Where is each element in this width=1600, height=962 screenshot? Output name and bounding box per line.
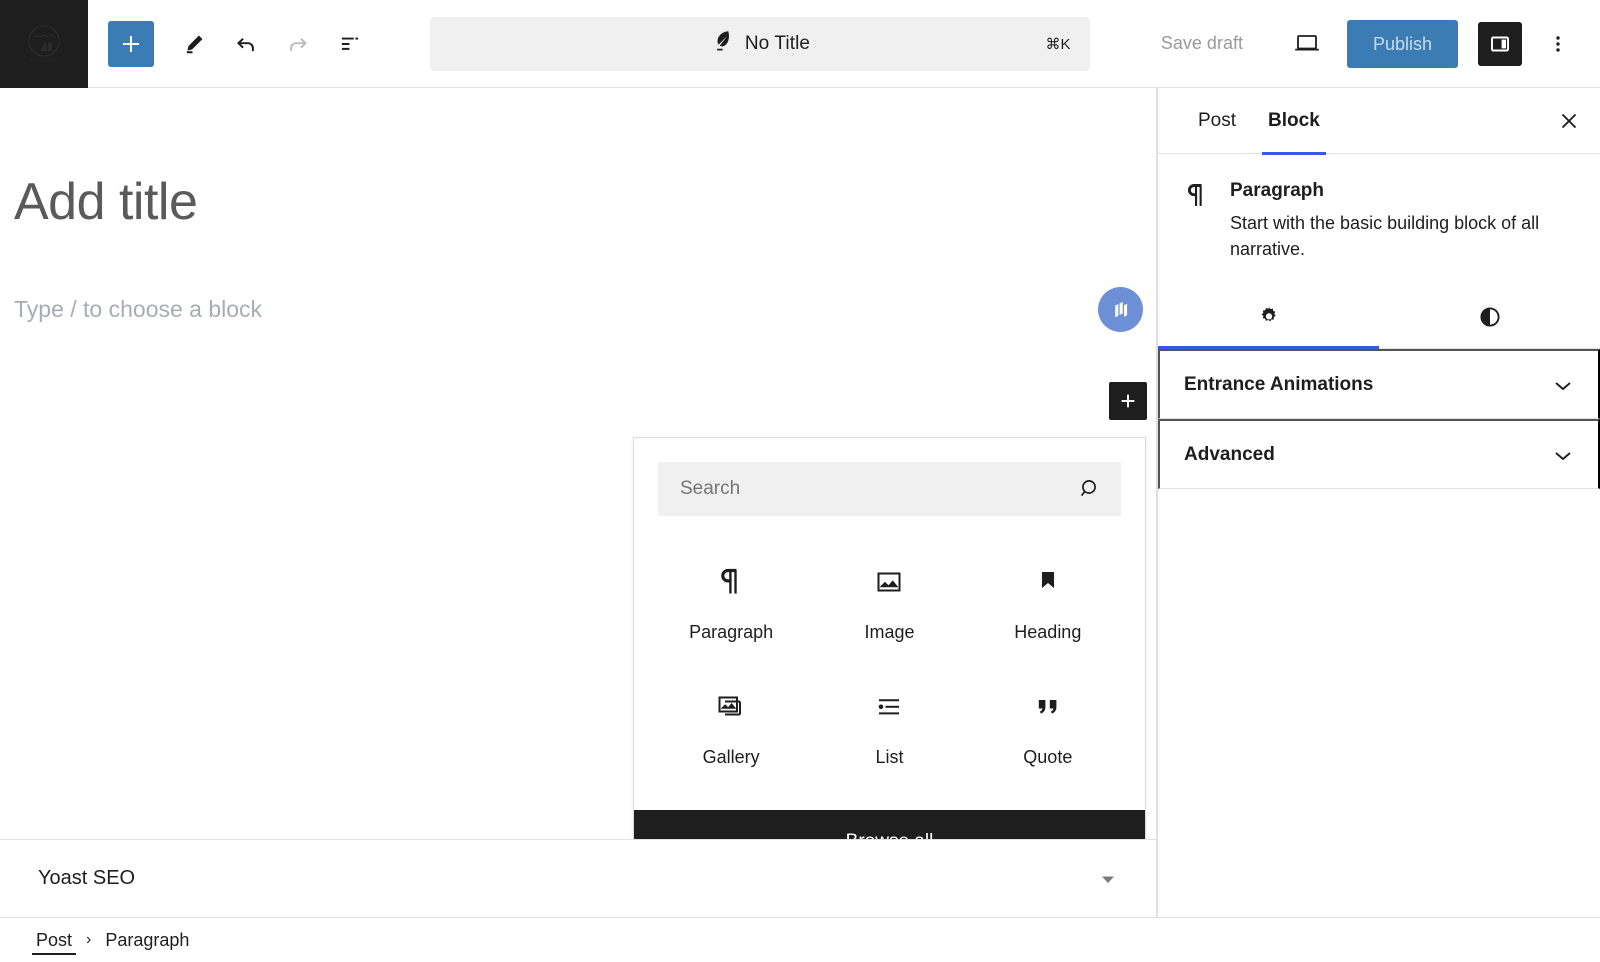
- inserter-block-label: Image: [864, 622, 914, 643]
- gallery-icon: [715, 685, 747, 729]
- inserter-block-label: Quote: [1023, 747, 1072, 768]
- chevron-down-icon: [1552, 378, 1574, 392]
- search-icon: [1077, 476, 1103, 502]
- caret-down-filled-icon[interactable]: [1098, 872, 1118, 886]
- inserter-block-heading[interactable]: Heading: [969, 540, 1127, 659]
- search-input[interactable]: [680, 478, 1077, 500]
- inserter-block-grid: Paragraph Image: [634, 534, 1145, 810]
- header-center: No Title ⌘K: [374, 17, 1147, 71]
- yoast-seo-title: Yoast SEO: [38, 867, 135, 890]
- site-logo-icon: ELEMNTRA: [18, 18, 70, 70]
- block-inserter-popover: Paragraph Image: [633, 437, 1146, 875]
- inserter-block-label: List: [875, 747, 903, 768]
- paragraph-pilcrow-icon: [716, 560, 746, 604]
- header-left-toolbar: [88, 20, 374, 68]
- chevron-down-icon: [1552, 448, 1574, 462]
- three-dots-vertical-icon[interactable]: [1536, 20, 1580, 68]
- header-right-toolbar: Save draft Publish: [1147, 20, 1600, 68]
- inserter-search-field[interactable]: [658, 462, 1121, 516]
- block-card-title: Paragraph: [1230, 180, 1574, 202]
- post-title-input[interactable]: Add title: [14, 172, 197, 232]
- heading-bookmark-icon: [1033, 560, 1063, 604]
- redo-icon[interactable]: [274, 20, 322, 68]
- block-card-description: Start with the basic building block of a…: [1230, 210, 1574, 262]
- sidebar-tabs: Post Block: [1158, 88, 1600, 154]
- panel-entrance-animations[interactable]: Entrance Animations: [1158, 349, 1600, 419]
- block-breadcrumb: Post › Paragraph: [0, 917, 1600, 962]
- image-icon: [873, 560, 905, 604]
- block-card-body: Paragraph Start with the basic building …: [1230, 180, 1574, 262]
- laptop-preview-icon[interactable]: [1281, 20, 1333, 68]
- settings-sidebar: Post Block Paragraph: [1157, 88, 1600, 917]
- inserter-block-label: Heading: [1014, 622, 1081, 643]
- panel-label: Advanced: [1184, 444, 1275, 466]
- site-logo-button[interactable]: ELEMNTRA: [0, 0, 88, 88]
- tab-block[interactable]: Block: [1252, 88, 1336, 154]
- list-view-icon[interactable]: [326, 20, 374, 68]
- inserter-block-list[interactable]: List: [810, 665, 968, 784]
- inserter-search-container: [634, 438, 1145, 534]
- sidebar-panel-icon[interactable]: [1478, 22, 1522, 66]
- undo-icon[interactable]: [222, 20, 270, 68]
- inserter-block-paragraph[interactable]: Paragraph: [652, 540, 810, 659]
- document-title: No Title: [745, 33, 810, 55]
- editor-canvas-inner: Add title Type / to choose a block: [0, 88, 1156, 917]
- svg-text:ELEMNTRA: ELEMNTRA: [31, 58, 57, 63]
- command-shortcut-hint: ⌘K: [1045, 35, 1070, 53]
- document-bar-center: No Title: [430, 29, 1090, 58]
- tab-post[interactable]: Post: [1182, 88, 1252, 154]
- paragraph-pilcrow-icon: [1184, 180, 1210, 262]
- breadcrumb-separator: ›: [86, 931, 91, 949]
- editor-body: Add title Type / to choose a block: [0, 88, 1600, 917]
- inserter-block-label: Gallery: [703, 747, 760, 768]
- breadcrumb-item-post[interactable]: Post: [32, 928, 76, 953]
- jetpack-logo-icon[interactable]: [1098, 287, 1143, 332]
- inserter-block-gallery[interactable]: Gallery: [652, 665, 810, 784]
- panel-label: Entrance Animations: [1184, 374, 1373, 396]
- paragraph-block-placeholder[interactable]: Type / to choose a block: [14, 296, 262, 323]
- sidebar-icon-tabs: [1158, 286, 1600, 349]
- editor-header: ELEMNTRA: [0, 0, 1600, 88]
- panel-advanced[interactable]: Advanced: [1158, 419, 1600, 489]
- inserter-block-image[interactable]: Image: [810, 540, 968, 659]
- settings-gear-icon[interactable]: [1158, 286, 1379, 348]
- publish-button[interactable]: Publish: [1347, 20, 1458, 68]
- block-appender-plus-icon[interactable]: [1109, 382, 1147, 420]
- editor-canvas: Add title Type / to choose a block: [0, 88, 1157, 917]
- inserter-block-label: Paragraph: [689, 622, 773, 643]
- list-icon: [873, 685, 905, 729]
- block-editor-app: ELEMNTRA: [0, 0, 1600, 962]
- close-icon[interactable]: [1544, 96, 1594, 146]
- feather-icon: [711, 29, 733, 58]
- add-block-icon[interactable]: [108, 21, 154, 67]
- yoast-seo-panel[interactable]: Yoast SEO: [0, 839, 1156, 917]
- quote-icon: [1032, 685, 1064, 729]
- inserter-block-quote[interactable]: Quote: [969, 665, 1127, 784]
- block-card: Paragraph Start with the basic building …: [1158, 154, 1600, 286]
- styles-contrast-icon[interactable]: [1379, 286, 1600, 348]
- save-draft-button[interactable]: Save draft: [1147, 23, 1257, 64]
- document-bar[interactable]: No Title ⌘K: [430, 17, 1090, 71]
- edit-pencil-icon[interactable]: [170, 20, 218, 68]
- breadcrumb-item-paragraph[interactable]: Paragraph: [101, 928, 193, 953]
